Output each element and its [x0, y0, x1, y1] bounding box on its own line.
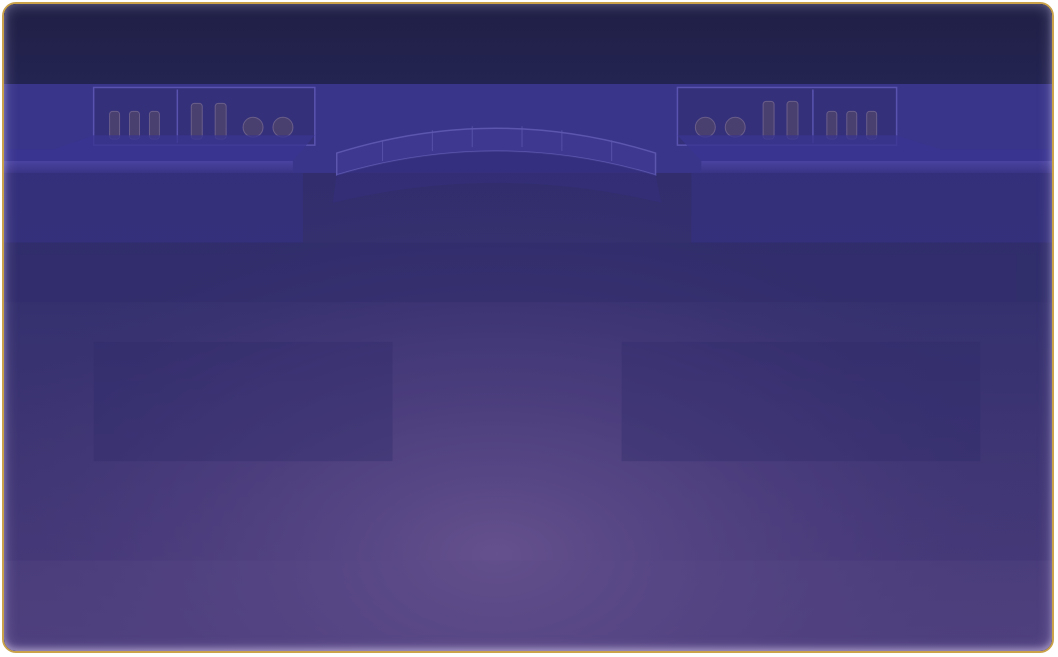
bar-scene-background: [4, 4, 1052, 651]
game-window: [2, 2, 1054, 653]
title-bar: [4, 4, 1052, 84]
